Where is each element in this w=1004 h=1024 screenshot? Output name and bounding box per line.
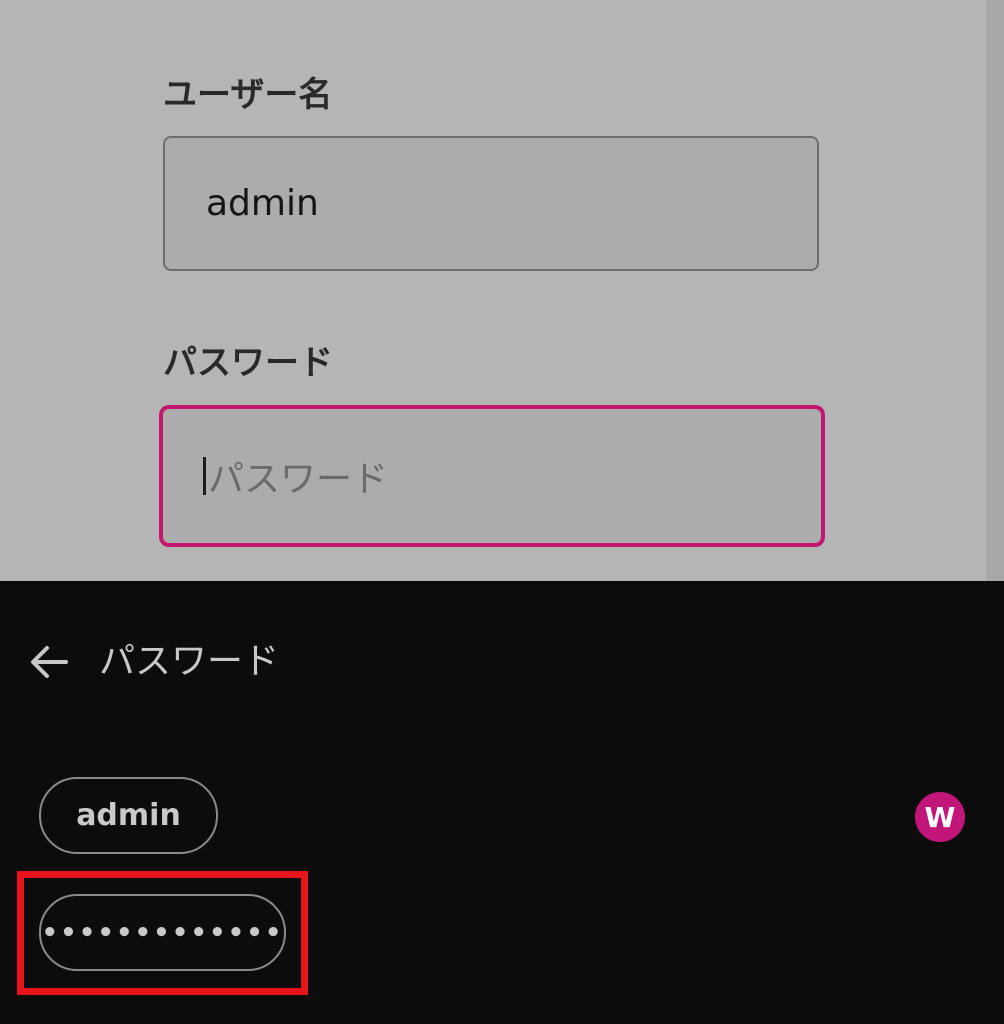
autofill-bottom-sheet: パスワード admin W ••••••••••••• (0, 581, 1004, 1024)
arrow-left-icon[interactable] (28, 641, 70, 683)
suggestion-chip-username[interactable]: admin (39, 777, 218, 854)
username-input[interactable]: admin (163, 136, 819, 271)
scrollbar (986, 0, 1004, 581)
password-placeholder: パスワード (208, 459, 389, 500)
password-input[interactable]: パスワード (159, 405, 825, 547)
username-value: admin (206, 183, 319, 224)
password-label: パスワード (163, 343, 333, 383)
sheet-header: パスワード (0, 581, 1004, 741)
account-avatar[interactable]: W (915, 792, 965, 842)
text-caret (203, 457, 206, 495)
sheet-title: パスワード (99, 641, 280, 682)
username-label: ユーザー名 (163, 75, 333, 115)
screen: ユーザー名 admin パスワード パスワード パスワード admin W ••… (0, 0, 1004, 1024)
login-form: ユーザー名 admin パスワード パスワード (0, 0, 1004, 581)
highlight-annotation (17, 871, 308, 995)
